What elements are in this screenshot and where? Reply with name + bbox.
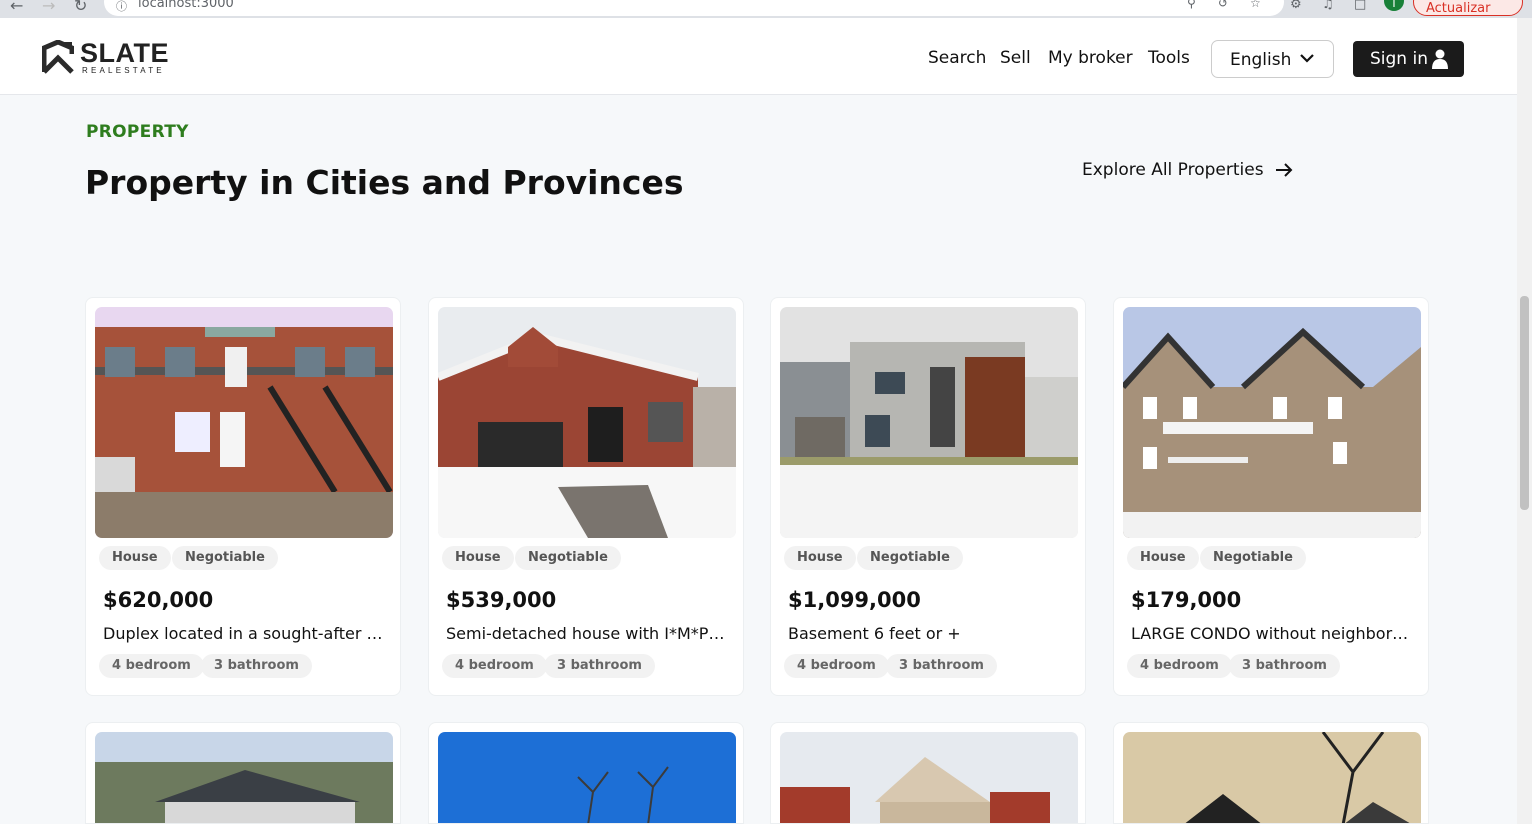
bathroom-count: 3 bathroom bbox=[544, 654, 655, 678]
browser-toolbar: ← → ↻ ⓘ localhost:3000 ⚲ ↺ ☆ ⚙ ♫ □ T Act… bbox=[0, 0, 1532, 18]
extensions-icon[interactable]: ⚙ bbox=[1290, 0, 1302, 12]
stone-condo-photo bbox=[1123, 307, 1421, 538]
url-text: localhost:3000 bbox=[138, 0, 234, 11]
language-select[interactable]: English bbox=[1211, 40, 1334, 78]
semi-detached-photo bbox=[438, 307, 736, 538]
listing-description[interactable]: Basement 6 feet or + bbox=[788, 624, 1072, 643]
bookmark-star-icon[interactable]: ☆ bbox=[1250, 0, 1261, 10]
bedroom-count: 4 bedroom bbox=[1127, 654, 1232, 678]
bathroom-count: 3 bathroom bbox=[1229, 654, 1340, 678]
price-status-tag: Negotiable bbox=[857, 546, 963, 570]
property-type-tag: House bbox=[1127, 546, 1199, 570]
site-info-icon[interactable]: ⓘ bbox=[116, 0, 127, 14]
listing-price: $620,000 bbox=[103, 588, 214, 612]
logo-subtitle: REALESTATE bbox=[82, 66, 165, 75]
listing-price: $539,000 bbox=[446, 588, 557, 612]
chevron-down-icon bbox=[1300, 54, 1314, 63]
section-title: Property in Cities and Provinces bbox=[85, 163, 684, 202]
duplex-photo bbox=[95, 307, 393, 538]
listing-card[interactable]: House Negotiable $1,099,000 Basement 6 f… bbox=[770, 297, 1086, 696]
sunset-street-photo bbox=[1123, 732, 1421, 823]
listing-card[interactable] bbox=[85, 722, 401, 824]
blue-sky-photo bbox=[438, 732, 736, 823]
site-header: SLATE REALESTATE Search Sell My broker T… bbox=[0, 18, 1517, 95]
price-status-tag: Negotiable bbox=[172, 546, 278, 570]
logo-house-icon bbox=[42, 40, 74, 74]
nav-search[interactable]: Search bbox=[928, 48, 986, 68]
price-status-tag: Negotiable bbox=[515, 546, 621, 570]
explore-all-label: Explore All Properties bbox=[1082, 160, 1264, 180]
listing-card[interactable] bbox=[428, 722, 744, 824]
back-icon[interactable]: ← bbox=[10, 0, 23, 15]
property-type-tag: House bbox=[442, 546, 514, 570]
sign-in-label: Sign in bbox=[1370, 49, 1428, 69]
explore-all-link[interactable]: Explore All Properties bbox=[1082, 160, 1293, 180]
address-bar[interactable]: ⓘ localhost:3000 ⚲ ↺ ☆ bbox=[104, 0, 1284, 16]
listing-card[interactable] bbox=[1113, 722, 1429, 824]
logo-name: SLATE bbox=[80, 38, 169, 68]
zoom-icon[interactable]: ⚲ bbox=[1187, 0, 1196, 10]
listing-photo[interactable] bbox=[780, 307, 1078, 538]
bedroom-count: 4 bedroom bbox=[99, 654, 204, 678]
property-type-tag: House bbox=[99, 546, 171, 570]
listing-price: $1,099,000 bbox=[788, 588, 921, 612]
listing-description[interactable]: Duplex located in a sought-after neighbo… bbox=[103, 624, 387, 643]
bedroom-count: 4 bedroom bbox=[784, 654, 889, 678]
listing-photo[interactable] bbox=[95, 732, 393, 823]
nav-my-broker[interactable]: My broker bbox=[1048, 48, 1133, 68]
listing-photo[interactable] bbox=[95, 307, 393, 538]
nav-tools[interactable]: Tools bbox=[1148, 48, 1190, 68]
language-label: English bbox=[1230, 50, 1292, 70]
listing-description[interactable]: Semi-detached house with I*M*P*E*C*C*A*B… bbox=[446, 624, 730, 643]
user-icon bbox=[1432, 49, 1448, 69]
bathroom-count: 3 bathroom bbox=[886, 654, 997, 678]
listing-photo[interactable] bbox=[780, 732, 1078, 823]
listing-photo[interactable] bbox=[438, 307, 736, 538]
bungalow-photo bbox=[95, 732, 393, 823]
listing-price: $179,000 bbox=[1131, 588, 1242, 612]
price-status-tag: Negotiable bbox=[1200, 546, 1306, 570]
listing-photo[interactable] bbox=[1123, 307, 1421, 538]
listing-photo[interactable] bbox=[438, 732, 736, 823]
scrollbar-thumb[interactable] bbox=[1520, 296, 1529, 510]
section-eyebrow: PROPERTY bbox=[86, 122, 189, 142]
listing-card[interactable]: House Negotiable $179,000 LARGE CONDO wi… bbox=[1113, 297, 1429, 696]
side-panel-icon[interactable]: □ bbox=[1354, 0, 1366, 12]
listing-card[interactable]: House Negotiable $620,000 Duplex located… bbox=[85, 297, 401, 696]
listing-card[interactable]: House Negotiable $539,000 Semi-detached … bbox=[428, 297, 744, 696]
bathroom-count: 3 bathroom bbox=[201, 654, 312, 678]
profile-avatar[interactable]: T bbox=[1384, 0, 1404, 11]
listing-card[interactable] bbox=[770, 722, 1086, 824]
modern-house-photo bbox=[780, 307, 1078, 538]
brick-house-photo bbox=[780, 732, 1078, 823]
media-icon[interactable]: ♫ bbox=[1322, 0, 1334, 12]
bedroom-count: 4 bedroom bbox=[442, 654, 547, 678]
forward-icon[interactable]: → bbox=[42, 0, 55, 15]
listing-description[interactable]: LARGE CONDO without neighbors above bbox=[1131, 624, 1415, 643]
share-icon[interactable]: ↺ bbox=[1218, 0, 1228, 10]
listing-photo[interactable] bbox=[1123, 732, 1421, 823]
nav-sell[interactable]: Sell bbox=[1000, 48, 1031, 68]
arrow-right-icon bbox=[1276, 163, 1293, 177]
update-button[interactable]: Actualizar bbox=[1413, 0, 1523, 16]
property-type-tag: House bbox=[784, 546, 856, 570]
reload-icon[interactable]: ↻ bbox=[74, 0, 87, 15]
page-scrollbar[interactable] bbox=[1517, 18, 1532, 824]
sign-in-button[interactable]: Sign in bbox=[1353, 41, 1464, 77]
logo[interactable]: SLATE REALESTATE bbox=[42, 38, 172, 76]
